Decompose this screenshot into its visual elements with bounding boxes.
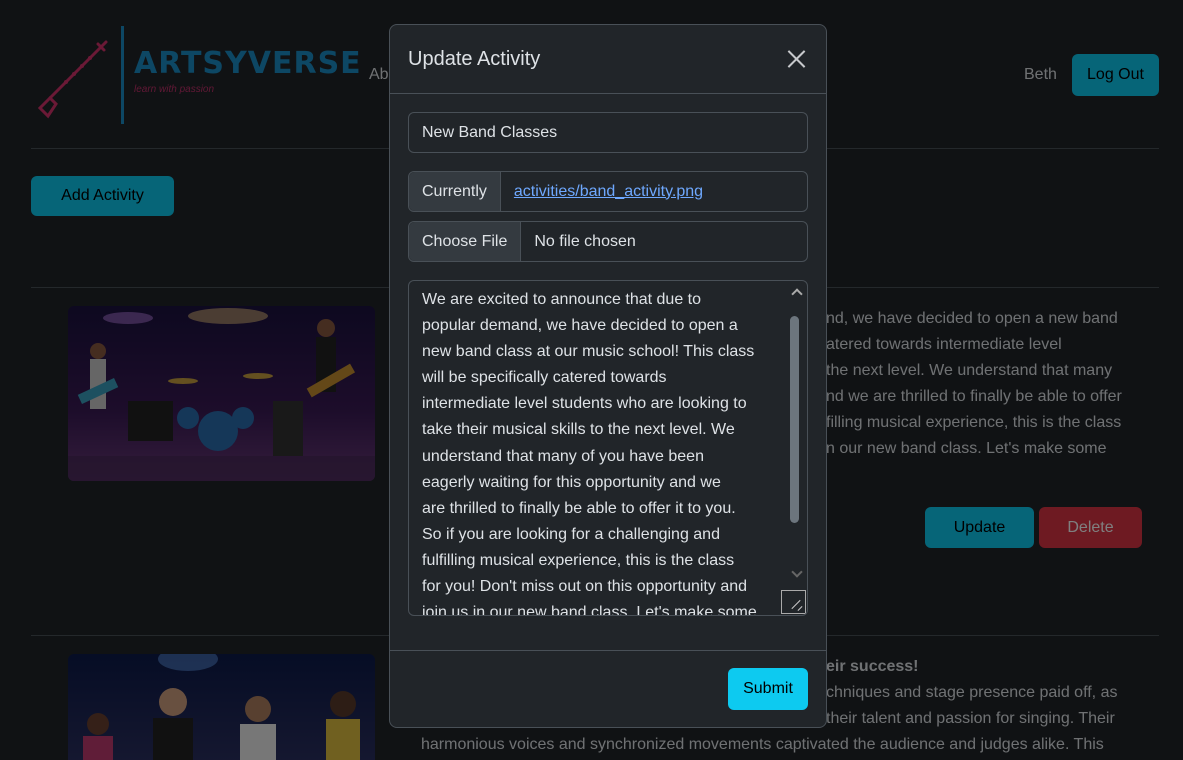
text-line: understand that many of you have been xyxy=(422,447,704,465)
resize-handle-icon[interactable] xyxy=(781,590,806,614)
current-file-field: Currently activities/band_activity.png xyxy=(408,171,808,212)
text-line: popular demand, we have decided to open … xyxy=(422,317,738,335)
currently-label: Currently xyxy=(409,172,501,211)
text-line: take their musical skills to the next le… xyxy=(422,421,735,439)
scroll-thumb[interactable] xyxy=(790,316,799,523)
modal-header: Update Activity xyxy=(390,25,826,94)
activity-title-input[interactable] xyxy=(409,113,807,152)
text-line: We are excited to announce that due to xyxy=(422,291,702,308)
text-line: for you! Don't miss out on this opportun… xyxy=(422,578,748,596)
description-textarea[interactable]: We are excited to announce that due to p… xyxy=(408,280,808,616)
modal-body: Currently activities/band_activity.png C… xyxy=(390,94,826,650)
text-line: will be specifically catered towards xyxy=(422,369,667,387)
activity-title-field xyxy=(408,112,808,153)
choose-file-button[interactable]: Choose File xyxy=(409,222,522,261)
modal-footer: Submit xyxy=(390,650,826,727)
text-line: So if you are looking for a challenging … xyxy=(422,525,720,543)
current-file-link[interactable]: activities/band_activity.png xyxy=(501,183,716,201)
description-text: We are excited to announce that due to p… xyxy=(422,287,774,616)
text-line: join us in our new band class. Let's mak… xyxy=(422,604,757,616)
text-line: fulfilling musical experience, this is t… xyxy=(422,551,735,569)
text-line: intermediate level students who are look… xyxy=(422,395,747,413)
scroll-up-icon[interactable] xyxy=(791,288,803,300)
update-activity-modal: Update Activity Currently activities/ban… xyxy=(389,24,827,728)
text-line: new band class at our music school! This… xyxy=(422,343,755,361)
text-line: eagerly waiting for this opportunity and… xyxy=(422,473,721,491)
modal-title: Update Activity xyxy=(408,47,541,70)
textarea-scrollbar[interactable] xyxy=(787,281,807,615)
file-input[interactable]: Choose File No file chosen xyxy=(408,221,808,262)
submit-button[interactable]: Submit xyxy=(728,668,808,710)
close-icon[interactable] xyxy=(784,47,808,71)
scroll-down-icon[interactable] xyxy=(791,566,803,578)
text-line: are thrilled to finally be able to offer… xyxy=(422,499,736,517)
no-file-text: No file chosen xyxy=(534,232,636,250)
